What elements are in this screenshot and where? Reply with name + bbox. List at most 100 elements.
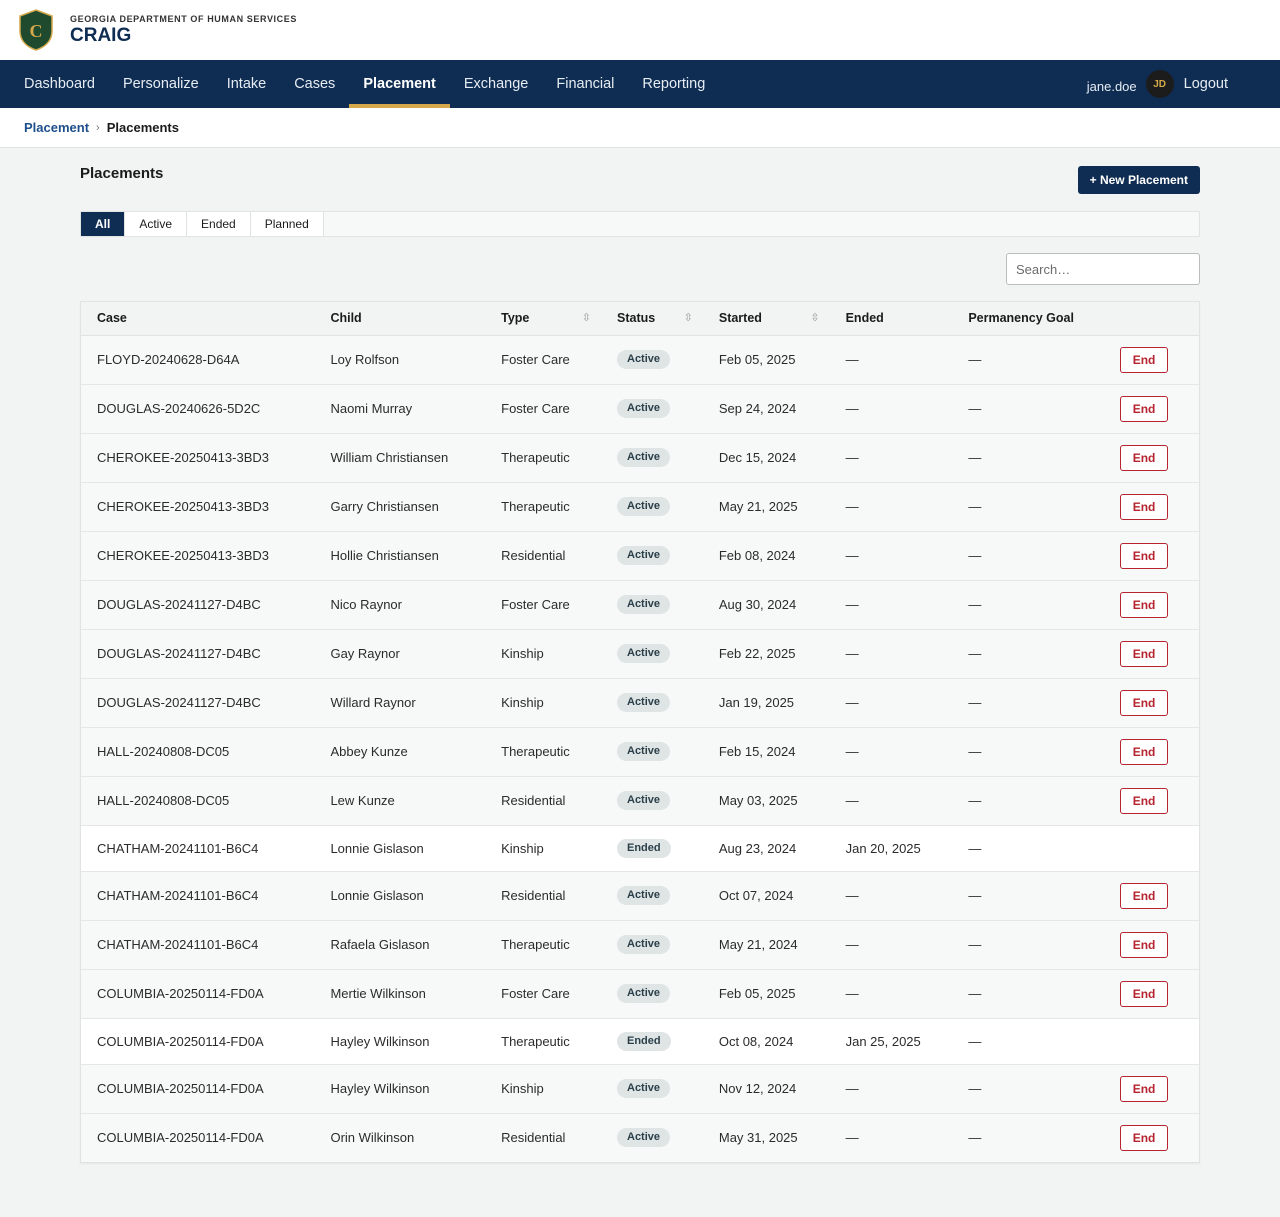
app-name: CRAIG: [70, 24, 132, 46]
end-placement-button[interactable]: End: [1120, 591, 1169, 618]
child-cell: Hayley Wilkinson: [314, 1064, 486, 1114]
status-badge: Active: [617, 546, 671, 565]
nav-item-intake[interactable]: Intake: [213, 60, 281, 108]
started-cell: May 03, 2025: [702, 776, 830, 826]
permanency-goal-cell: —: [952, 969, 1105, 1019]
sort-icon[interactable]: ⇳: [582, 311, 591, 324]
nav-item-reporting[interactable]: Reporting: [628, 60, 719, 108]
logout-link[interactable]: Logout: [1184, 76, 1228, 92]
permanency-goal-cell: —: [952, 629, 1105, 679]
table-row[interactable]: FLOYD-20240628-D64A Loy Rolfson Foster Car…: [81, 335, 1199, 385]
sort-icon[interactable]: ⇳: [810, 311, 819, 324]
child-cell: William Christiansen: [314, 433, 486, 483]
end-placement-button[interactable]: End: [1120, 980, 1169, 1007]
table-row[interactable]: CHEROKEE-20250413-3BD3 Hollie Christianse…: [81, 531, 1199, 581]
table-row[interactable]: DOUGLAS-20241127-D4BC Nico Raynor Foster C…: [81, 580, 1199, 630]
tab-ended[interactable]: Ended: [187, 212, 251, 236]
end-placement-button[interactable]: End: [1120, 640, 1169, 667]
agency-name: GEORGIA DEPARTMENT OF HUMAN SERVICES: [70, 13, 297, 24]
child-cell: Lew Kunze: [314, 776, 486, 826]
status-filter-tabs: All Active Ended Planned: [80, 211, 1200, 237]
table-row[interactable]: HALL-20240808-DC05 Abbey Kunze Therapeutic…: [81, 727, 1199, 777]
breadcrumb-separator-icon: ›: [96, 121, 100, 134]
actions-cell: End: [1104, 384, 1199, 434]
started-cell: Nov 12, 2024: [702, 1064, 830, 1114]
case-cell: COLUMBIA-20250114-FD0A: [81, 969, 315, 1019]
started-cell: May 31, 2025: [718, 1130, 798, 1146]
type-cell: Foster Care: [485, 580, 601, 630]
end-placement-button[interactable]: End: [1120, 542, 1169, 569]
end-placement-button[interactable]: End: [1120, 444, 1169, 471]
nav-item-exchange[interactable]: Exchange: [450, 60, 543, 108]
started-cell: Feb 05, 2025: [702, 969, 830, 1019]
nav-item-placement[interactable]: Placement: [349, 60, 450, 108]
sort-icon[interactable]: ⇳: [684, 311, 693, 324]
case-cell: DOUGLAS-20241127-D4BC: [81, 678, 315, 728]
actions-cell: End: [1104, 776, 1199, 826]
nav-item-dashboard[interactable]: Dashboard: [10, 60, 109, 108]
ended-cell: —: [829, 629, 953, 679]
case-cell: COLUMBIA-20250114-FD0A: [81, 1018, 315, 1065]
avatar[interactable]: JD: [1145, 70, 1174, 98]
end-placement-button[interactable]: End: [1120, 738, 1169, 765]
tab-active[interactable]: Active: [125, 212, 188, 236]
end-placement-button[interactable]: End: [1120, 493, 1169, 520]
new-placement-button[interactable]: + New Placement: [1077, 166, 1200, 194]
table-row[interactable]: HALL-20240808-DC05 Lew Kunze Residential Ac…: [81, 776, 1199, 826]
table-row[interactable]: CHATHAM-20241101-B6C4 Lonnie Gislason Resi…: [81, 871, 1199, 921]
status-cell: Ended: [601, 1018, 703, 1065]
started-cell: Jan 19, 2025: [702, 678, 830, 728]
end-placement-button[interactable]: End: [1120, 346, 1169, 373]
search-input[interactable]: [1006, 253, 1200, 285]
ended-cell: —: [829, 433, 953, 483]
case-cell: HALL-20240808-DC05: [81, 727, 315, 777]
case-cell: COLUMBIA-20250114-FD0A: [81, 1064, 315, 1114]
table-row[interactable]: COLUMBIA-20250114-FD0A Orin Wilkinson Resi…: [81, 1113, 1199, 1162]
nav-item-financial[interactable]: Financial: [542, 60, 628, 108]
table-row[interactable]: CHEROKEE-20250413-3BD3 William Christians…: [81, 433, 1199, 483]
permanency-goal-cell: —: [952, 871, 1105, 921]
type-cell: Foster Care: [485, 335, 601, 385]
case-cell: COLUMBIA-20250114-FD0A: [97, 1130, 264, 1146]
status-cell: Ended: [601, 825, 703, 872]
ended-cell: —: [829, 1064, 953, 1114]
nav-item-personalize[interactable]: Personalize: [109, 60, 213, 108]
breadcrumb-parent-link[interactable]: Placement: [24, 120, 89, 135]
started-cell: Dec 15, 2024: [702, 433, 830, 483]
permanency-goal-cell: —: [952, 727, 1105, 777]
table-row[interactable]: DOUGLAS-20241127-D4BC Gay Raynor Kinship Ac…: [81, 629, 1199, 679]
table-row[interactable]: DOUGLAS-20241127-D4BC Willard Raynor Kinsh…: [81, 678, 1199, 728]
nav-item-cases[interactable]: Cases: [280, 60, 349, 108]
table-row[interactable]: COLUMBIA-20250114-FD0A Hayley Wilkinson Th…: [81, 1018, 1199, 1065]
case-cell: CHEROKEE-20250413-3BD3: [81, 531, 315, 581]
column-header-type[interactable]: Type ⇳: [485, 302, 601, 336]
table-row[interactable]: CHEROKEE-20250413-3BD3 Garry Christiansen…: [81, 482, 1199, 532]
shield-logo-icon[interactable]: C: [18, 9, 54, 51]
end-placement-button[interactable]: End: [1120, 931, 1169, 958]
ended-cell: —: [829, 871, 953, 921]
status-badge: Active: [617, 1079, 671, 1098]
table-row[interactable]: CHATHAM-20241101-B6C4 Rafaela Gislason The…: [81, 920, 1199, 970]
child-cell: Loy Rolfson: [314, 335, 486, 385]
type-cell: Therapeutic: [485, 727, 601, 777]
end-placement-button[interactable]: End: [1120, 689, 1169, 716]
page-title: Placements: [80, 165, 164, 182]
table-row[interactable]: DOUGLAS-20240626-5D2C Naomi Murray Foster …: [81, 384, 1199, 434]
tab-all[interactable]: All: [81, 212, 126, 236]
ended-cell: —: [829, 776, 953, 826]
table-row[interactable]: COLUMBIA-20250114-FD0A Hayley Wilkinson Ki…: [81, 1064, 1199, 1114]
column-header-status[interactable]: Status ⇳: [601, 302, 703, 336]
status-cell: Active: [601, 1064, 703, 1114]
child-cell: Nico Raynor: [314, 580, 486, 630]
end-placement-button[interactable]: End: [1120, 787, 1169, 814]
table-row[interactable]: CHATHAM-20241101-B6C4 Lonnie Gislason Kins…: [81, 825, 1199, 872]
actions-cell: End: [1104, 920, 1199, 970]
end-placement-button[interactable]: End: [1120, 1124, 1169, 1151]
table-row[interactable]: COLUMBIA-20250114-FD0A Mertie Wilkinson Fo…: [81, 969, 1199, 1019]
column-header-started[interactable]: Started ⇳: [702, 302, 830, 336]
end-placement-button[interactable]: End: [1120, 882, 1169, 909]
status-badge: Active: [617, 399, 671, 418]
tab-planned[interactable]: Planned: [250, 212, 324, 236]
end-placement-button[interactable]: End: [1120, 1075, 1169, 1102]
end-placement-button[interactable]: End: [1120, 395, 1169, 422]
